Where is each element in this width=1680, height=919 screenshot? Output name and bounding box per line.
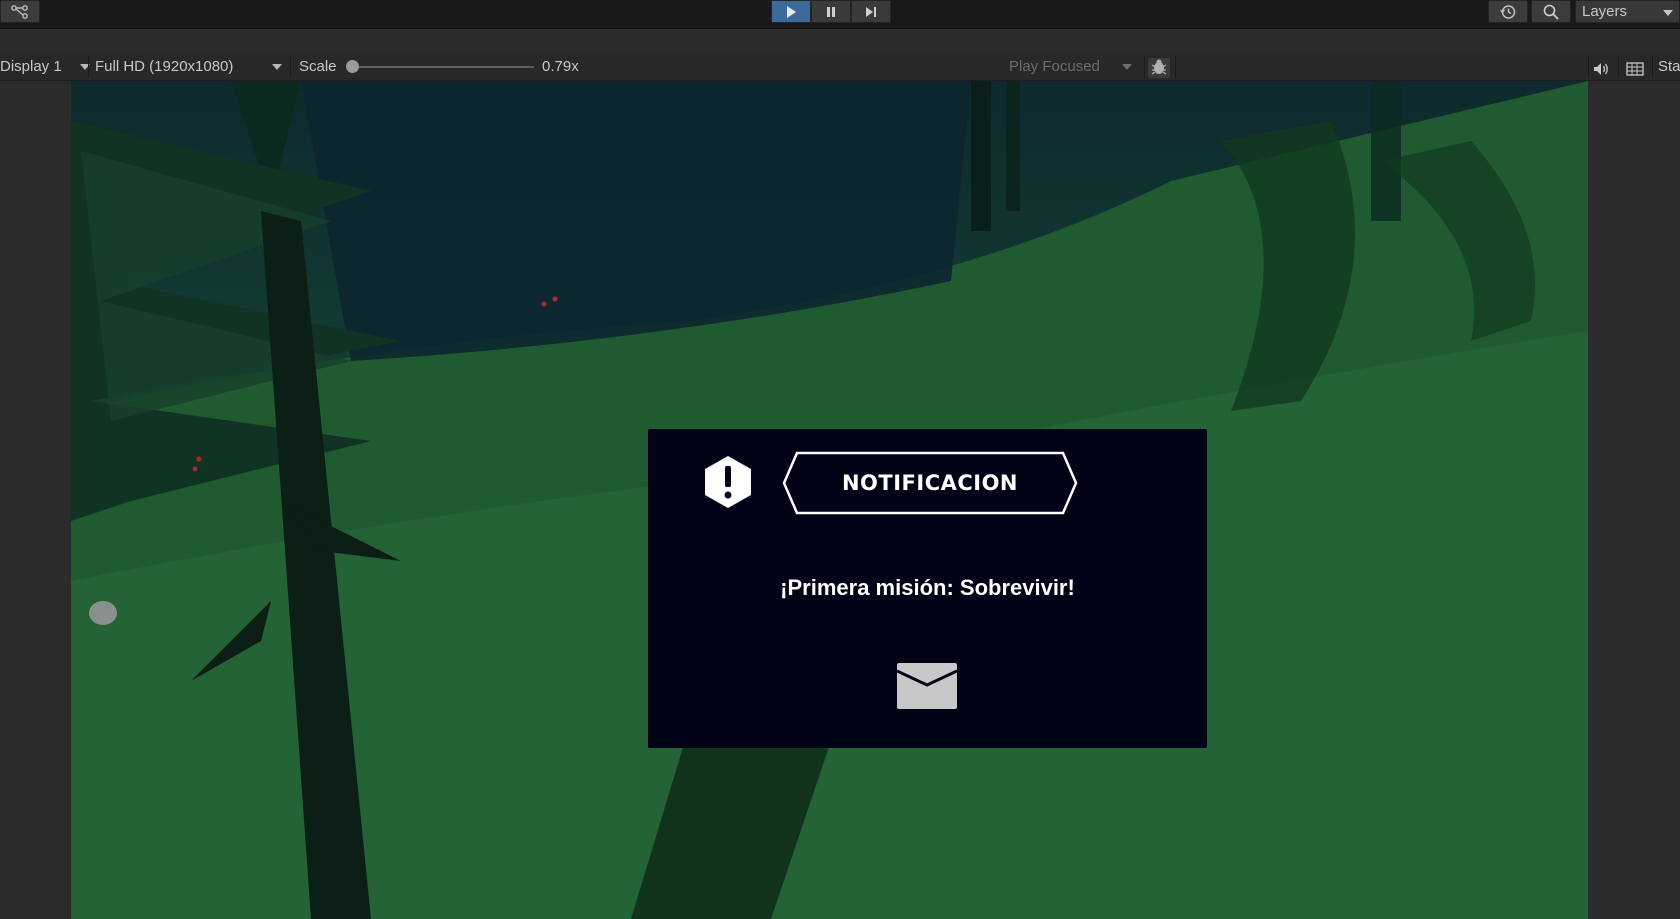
layers-label: Layers <box>1582 3 1628 20</box>
notification-panel: NOTIFICACION ¡Primera misión: Sobrevivir… <box>648 429 1207 748</box>
envelope-icon[interactable] <box>897 663 957 709</box>
editor-top-toolbar: Layers <box>0 0 1680 29</box>
bug-icon <box>1151 59 1167 75</box>
chevron-down-icon <box>271 64 282 71</box>
chevron-down-icon <box>1122 64 1133 71</box>
step-button[interactable] <box>851 0 891 23</box>
display-label: Display 1 <box>0 58 62 75</box>
audio-icon <box>1594 63 1608 75</box>
grid-icon <box>1626 62 1644 76</box>
alert-hexagon-icon <box>705 456 751 508</box>
divider <box>1618 56 1619 78</box>
divider <box>290 56 291 78</box>
debug-toggle-button[interactable] <box>1148 58 1170 78</box>
search-icon <box>1543 4 1559 20</box>
scale-slider-thumb[interactable] <box>346 60 359 73</box>
search-button[interactable] <box>1531 0 1571 23</box>
divider <box>1144 56 1145 78</box>
step-icon <box>866 6 876 17</box>
game-viewport[interactable]: NOTIFICACION ¡Primera misión: Sobrevivir… <box>71 81 1588 919</box>
divider <box>1175 56 1176 78</box>
play-controls <box>771 0 891 23</box>
resolution-label: Full HD (1920x1080) <box>95 58 234 75</box>
layers-dropdown[interactable]: Layers <box>1575 0 1680 23</box>
history-button[interactable] <box>1488 0 1528 23</box>
resolution-dropdown[interactable]: Full HD (1920x1080) <box>95 53 282 81</box>
play-button[interactable] <box>771 0 811 23</box>
collab-graph-icon <box>11 4 28 19</box>
divider <box>88 56 89 78</box>
collab-graph-button[interactable] <box>0 0 40 23</box>
stats-button[interactable]: Sta <box>1658 53 1680 81</box>
audio-toggle-button[interactable] <box>1592 59 1610 87</box>
notification-message: ¡Primera misión: Sobrevivir! <box>780 575 1075 600</box>
display-dropdown[interactable]: Display 1 <box>0 53 90 81</box>
gizmos-toggle-button[interactable] <box>1626 59 1644 87</box>
divider <box>1588 56 1589 78</box>
chevron-down-icon <box>1663 10 1673 16</box>
play-focused-dropdown[interactable]: Play Focused <box>1009 53 1133 81</box>
scale-slider-track[interactable] <box>348 66 534 68</box>
history-icon <box>1499 4 1516 19</box>
scale-value: 0.79x <box>542 58 579 75</box>
pause-button[interactable] <box>811 0 851 23</box>
play-icon <box>787 5 796 18</box>
notification-title: NOTIFICACION <box>841 471 1019 495</box>
game-view-toolbar: Display 1 Full HD (1920x1080) Scale 0.79… <box>0 53 1680 81</box>
divider <box>1652 56 1653 78</box>
play-focused-label: Play Focused <box>1009 58 1100 75</box>
scale-label: Scale <box>299 58 337 75</box>
pause-icon <box>827 6 835 17</box>
